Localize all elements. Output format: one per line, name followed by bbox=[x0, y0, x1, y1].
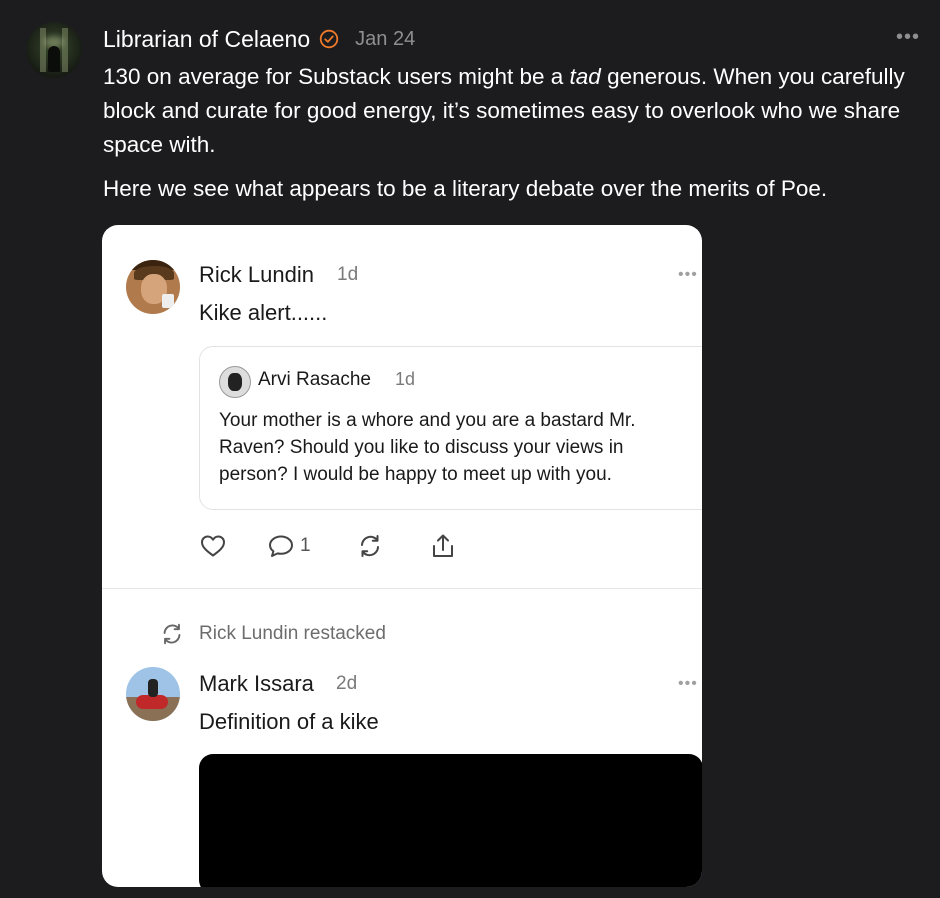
comment-icon bbox=[269, 535, 293, 557]
quote-time: 1d bbox=[395, 369, 416, 389]
author-avatar[interactable] bbox=[26, 22, 82, 78]
quote-text: Your mother is a whore and you are a bas… bbox=[219, 410, 636, 485]
note1-text: Kike alert...... bbox=[199, 300, 328, 325]
post-paragraph-2: Here we see what appears to be a literar… bbox=[103, 176, 828, 201]
embedded-screenshot[interactable]: Rick Lundin 1d ••• Kike alert...... Arvi… bbox=[102, 225, 702, 887]
note1-author: Rick Lundin bbox=[199, 262, 314, 287]
quoted-note: Arvi Rasache 1d Your mother is a whore a… bbox=[199, 346, 702, 510]
more-options-icon[interactable]: ••• bbox=[896, 26, 920, 49]
restack-label: Rick Lundin restacked bbox=[199, 623, 386, 644]
rick-avatar bbox=[126, 260, 180, 314]
restack-row: Rick Lundin restacked bbox=[159, 621, 386, 647]
share-icon bbox=[429, 532, 457, 560]
post-date: Jan 24 bbox=[355, 27, 416, 50]
divider bbox=[102, 588, 702, 589]
heart-icon bbox=[199, 532, 227, 560]
note-post: Librarian of Celaeno Jan 24 ••• 130 on a… bbox=[0, 0, 940, 898]
mark-avatar bbox=[126, 667, 180, 721]
note1-more-icon: ••• bbox=[678, 266, 698, 283]
quote-author: Arvi Rasache bbox=[258, 369, 371, 390]
note2-author: Mark Issara bbox=[199, 671, 314, 696]
verified-badge-icon bbox=[319, 29, 339, 49]
restack-icon bbox=[356, 532, 384, 560]
arvi-avatar bbox=[219, 366, 251, 398]
post-paragraph-1: 130 on average for Substack users might … bbox=[103, 64, 905, 157]
comment-count: 1 bbox=[300, 535, 311, 556]
note2-time: 2d bbox=[336, 673, 358, 694]
note1-time: 1d bbox=[337, 264, 359, 285]
post-header: Librarian of Celaeno Jan 24 bbox=[103, 24, 415, 54]
author-name[interactable]: Librarian of Celaeno bbox=[103, 26, 310, 53]
note2-more-icon: ••• bbox=[678, 675, 698, 692]
comment-button: 1 bbox=[267, 532, 311, 560]
restack-icon bbox=[163, 623, 181, 645]
note2-text: Definition of a kike bbox=[199, 709, 379, 734]
redacted-media bbox=[199, 754, 702, 887]
post-body: 130 on average for Substack users might … bbox=[103, 60, 923, 206]
